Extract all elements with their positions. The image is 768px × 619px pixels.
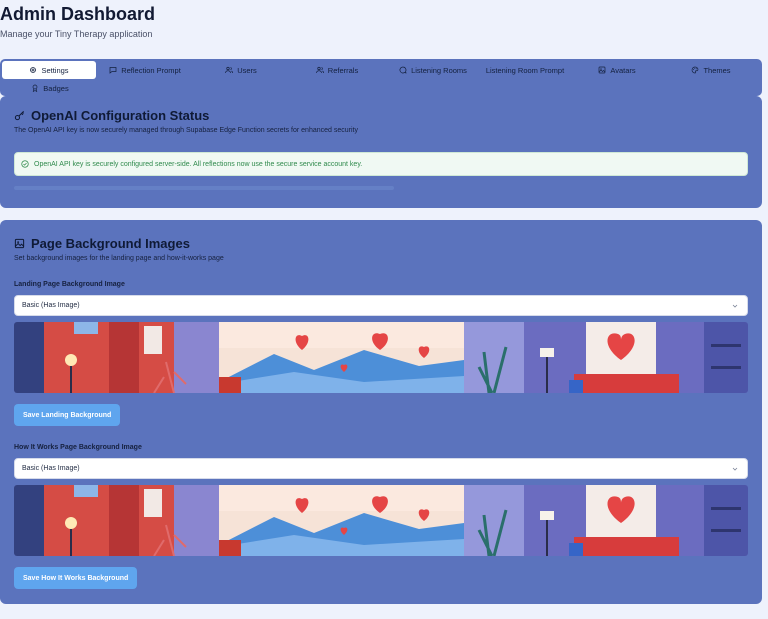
tab-label: Settings	[41, 65, 69, 75]
tab-themes[interactable]: Themes	[664, 61, 758, 79]
award-icon	[32, 84, 38, 92]
openai-config-card: OpenAI Configuration Status The OpenAI A…	[0, 96, 762, 208]
users-icon	[225, 66, 234, 74]
tab-reflection-prompt[interactable]: Reflection Prompt	[98, 61, 192, 79]
key-icon	[14, 111, 24, 121]
tab-label: Reflection Prompt	[121, 65, 181, 75]
tab-bar: Settings Reflection Prompt Users Referra…	[0, 59, 762, 96]
landing-bg-selected-value: Basic (Has Image)	[22, 302, 80, 309]
page-title: Admin Dashboard	[0, 4, 156, 24]
openai-title-text: OpenAI Configuration Status	[31, 108, 210, 123]
message-square-icon	[109, 67, 117, 74]
tab-label: Users	[237, 65, 257, 75]
image-icon	[598, 66, 606, 74]
how-it-works-bg-label: How It Works Page Background Image	[14, 444, 142, 451]
tab-label: Referrals	[327, 65, 359, 75]
message-circle-icon	[399, 66, 407, 74]
image-icon	[14, 238, 25, 249]
landing-bg-label: Landing Page Background Image	[14, 281, 125, 288]
chevron-down-icon	[732, 467, 738, 471]
how-it-works-bg-selected-value: Basic (Has Image)	[22, 465, 80, 472]
backgrounds-description: Set background images for the landing pa…	[14, 255, 224, 262]
tab-label: Badges	[43, 83, 69, 93]
backgrounds-card-title: Page Background Images	[14, 236, 190, 251]
save-landing-background-button[interactable]: Save Landing Background	[14, 404, 121, 426]
chevron-down-icon	[732, 304, 738, 308]
tab-label: Listening Rooms	[411, 65, 467, 75]
openai-card-title: OpenAI Configuration Status	[14, 108, 209, 123]
gear-icon	[30, 67, 37, 73]
backgrounds-title-text: Page Background Images	[31, 236, 190, 251]
room-illustration-image	[14, 485, 748, 556]
background-images-card: Page Background Images Set background im…	[0, 220, 762, 604]
openai-description: The OpenAI API key is now securely manag…	[14, 127, 358, 134]
user-plus-icon	[315, 66, 324, 74]
tab-settings[interactable]: Settings	[2, 61, 96, 79]
room-illustration-image	[14, 322, 748, 393]
alert-text: OpenAI API key is securely configured se…	[34, 160, 363, 168]
tab-label: Themes	[703, 65, 731, 75]
tab-referrals[interactable]: Referrals	[290, 61, 384, 79]
faint-divider	[14, 186, 394, 190]
tab-avatars[interactable]: Avatars	[570, 61, 664, 79]
tab-badges[interactable]: Badges	[10, 79, 90, 97]
tab-label: Avatars	[610, 65, 636, 75]
check-circle-icon	[21, 160, 29, 168]
tab-listening-rooms[interactable]: Listening Rooms	[386, 61, 480, 79]
success-alert: OpenAI API key is securely configured se…	[14, 152, 748, 176]
how-it-works-bg-preview	[14, 485, 748, 556]
tab-listening-room-prompt[interactable]: Listening Room Prompt	[478, 61, 572, 79]
page-subtitle: Manage your Tiny Therapy application	[0, 29, 153, 39]
tab-users[interactable]: Users	[194, 61, 288, 79]
save-how-it-works-background-button[interactable]: Save How It Works Background	[14, 567, 138, 589]
palette-icon	[692, 66, 699, 74]
tab-label: Listening Room Prompt	[485, 65, 565, 75]
how-it-works-bg-select[interactable]: Basic (Has Image)	[14, 458, 748, 479]
landing-bg-preview	[14, 322, 748, 393]
landing-bg-select[interactable]: Basic (Has Image)	[14, 295, 748, 316]
